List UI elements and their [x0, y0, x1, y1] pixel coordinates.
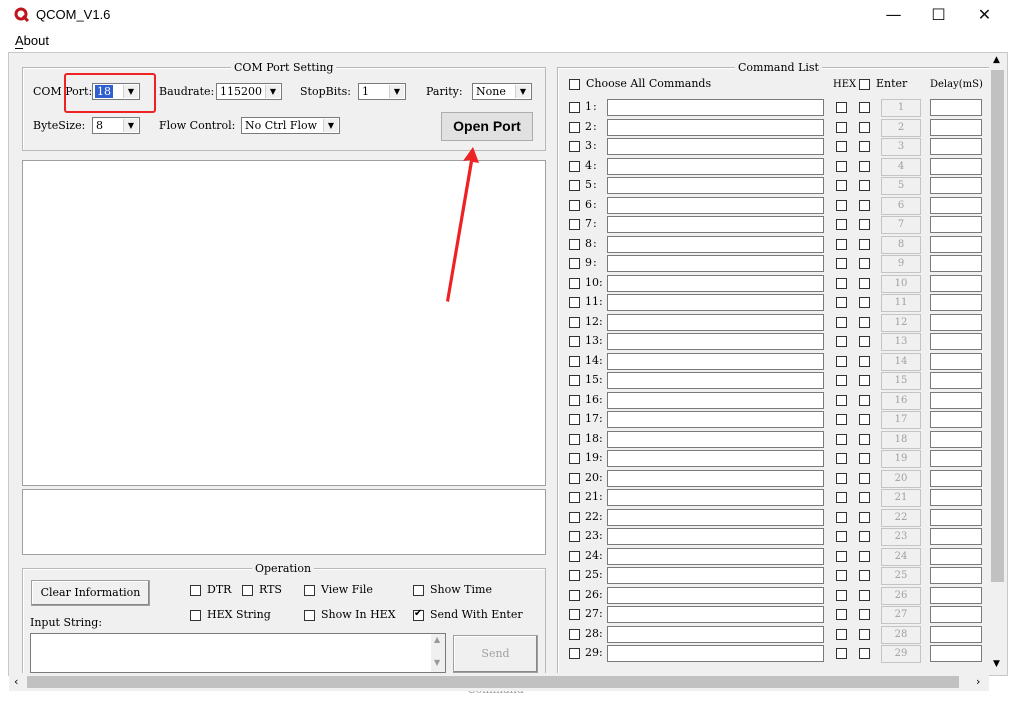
annotation-arrow: [446, 147, 479, 302]
